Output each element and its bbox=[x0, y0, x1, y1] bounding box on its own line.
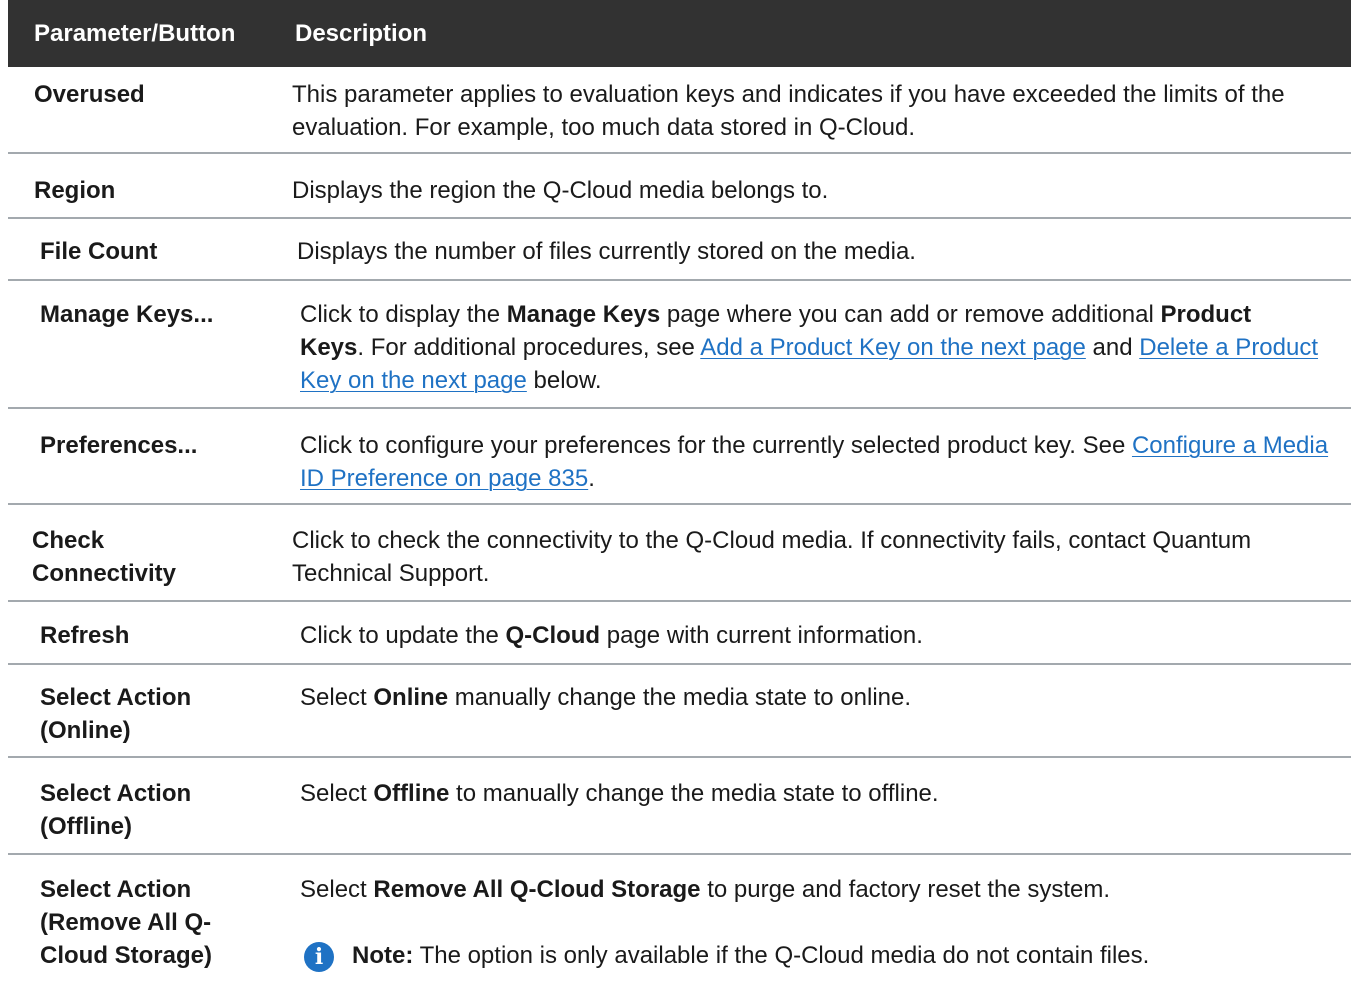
desc-preferences: Click to configure your preferences for … bbox=[300, 432, 1329, 492]
header-parameter: Parameter/Button bbox=[34, 20, 236, 47]
row-divider bbox=[8, 663, 1351, 665]
row-divider bbox=[8, 503, 1351, 505]
desc-overused: This parameter applies to evaluation key… bbox=[292, 81, 1285, 141]
parameter-table: Parameter/Button Description Overused Th… bbox=[0, 0, 1351, 987]
param-preferences: Preferences... bbox=[40, 432, 198, 459]
note-text: Note: The option is only available if th… bbox=[352, 942, 1150, 969]
param-file-count: File Count bbox=[40, 238, 158, 265]
param-select-action-remove: Select Action (Remove All Q-Cloud Storag… bbox=[40, 876, 212, 969]
row-divider bbox=[8, 600, 1351, 602]
row-divider bbox=[8, 756, 1351, 758]
table-header: Parameter/Button Description bbox=[8, 0, 1351, 67]
row-divider bbox=[8, 217, 1351, 219]
desc-refresh: Click to update the Q-Cloud page with cu… bbox=[300, 622, 923, 649]
param-select-action-offline: Select Action (Offline) bbox=[40, 780, 192, 840]
row-divider bbox=[8, 279, 1351, 281]
desc-region: Displays the region the Q-Cloud media be… bbox=[292, 177, 829, 204]
link-add-product-key[interactable]: Add a Product Key on the next page bbox=[700, 334, 1086, 361]
desc-select-action-online: Select Online manually change the media … bbox=[300, 684, 912, 711]
header-description: Description bbox=[295, 20, 428, 47]
param-overused: Overused bbox=[34, 81, 145, 108]
row-divider bbox=[8, 853, 1351, 855]
param-select-action-online: Select Action (Online) bbox=[40, 684, 192, 744]
desc-manage-keys: Click to display the Manage Keys page wh… bbox=[300, 301, 1319, 394]
desc-file-count: Displays the number of files currently s… bbox=[297, 238, 916, 265]
param-check-connectivity: Check Connectivity bbox=[32, 527, 177, 587]
desc-check-connectivity: Click to check the connectivity to the Q… bbox=[292, 527, 1252, 587]
row-divider bbox=[8, 152, 1351, 154]
param-refresh: Refresh bbox=[40, 622, 130, 649]
desc-select-action-offline: Select Offline to manually change the me… bbox=[300, 780, 939, 807]
param-region: Region bbox=[34, 177, 116, 204]
row-divider bbox=[8, 407, 1351, 409]
info-icon: i bbox=[304, 942, 334, 972]
param-manage-keys: Manage Keys... bbox=[40, 301, 214, 328]
desc-select-action-remove: Select Remove All Q-Cloud Storage to pur… bbox=[300, 876, 1111, 903]
